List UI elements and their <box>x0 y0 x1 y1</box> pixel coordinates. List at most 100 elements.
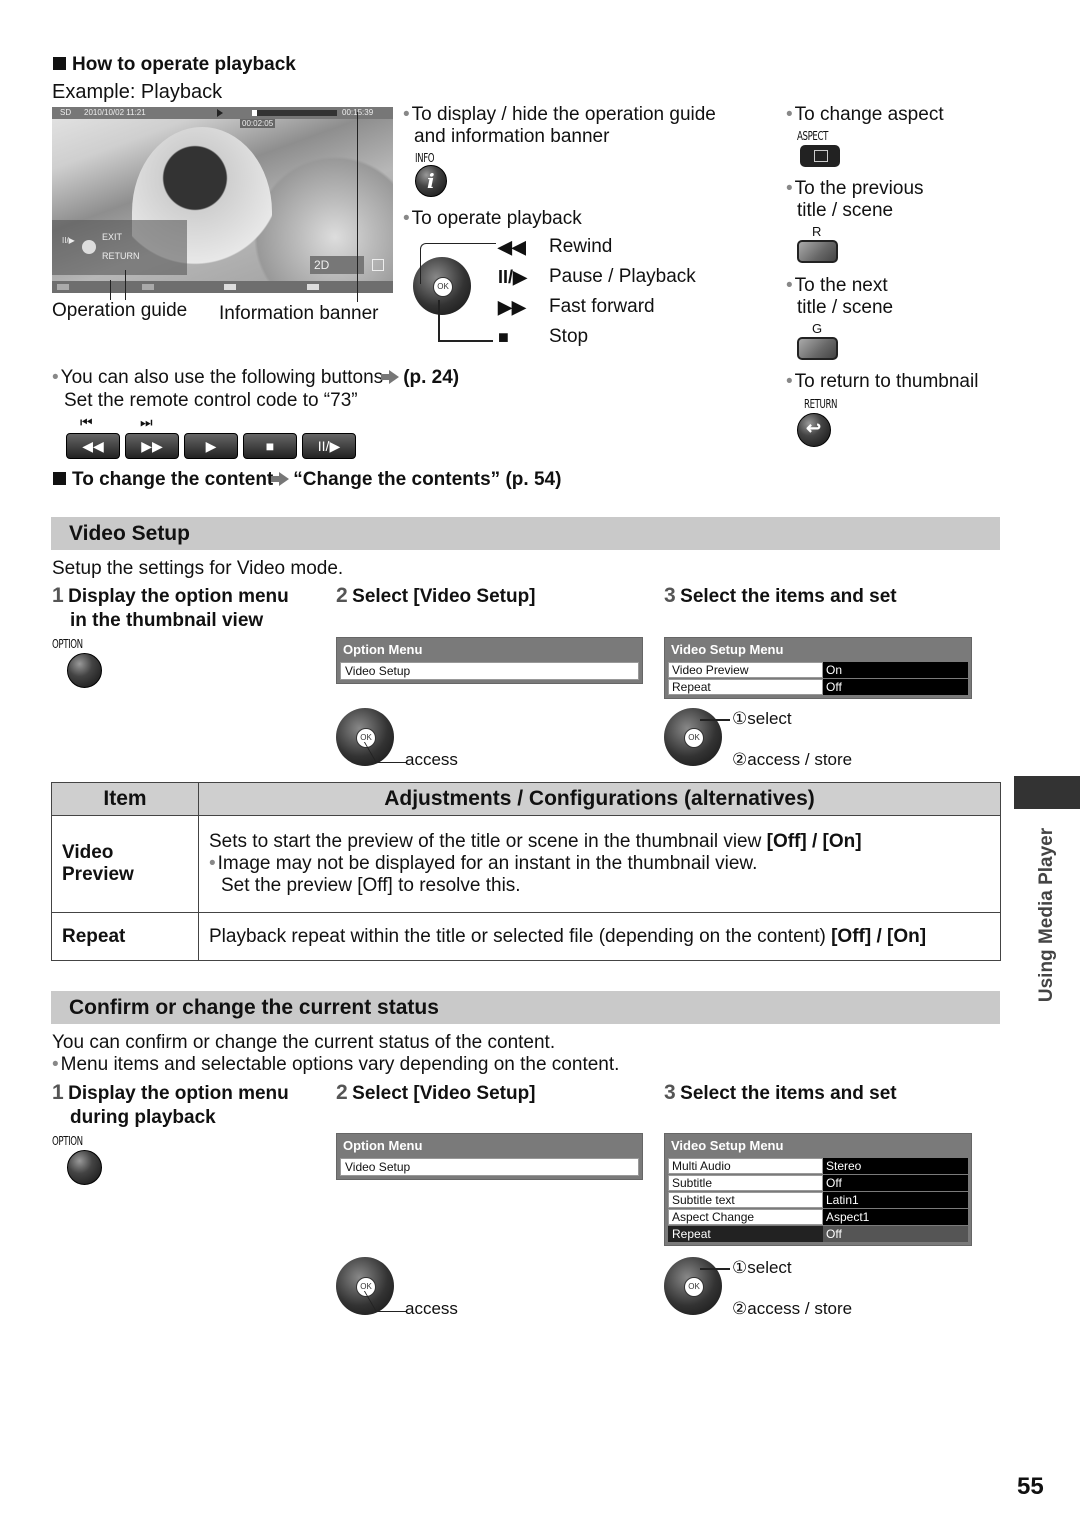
step-text-line2: during playback <box>70 1107 216 1128</box>
page-number: 55 <box>1017 1473 1044 1500</box>
rewind-connector <box>420 243 496 284</box>
menu-value: On <box>823 662 968 678</box>
step-text: Select the items and set <box>680 586 897 607</box>
pause-play-icon: II/▶ <box>62 236 75 245</box>
rewind-icon: ◀◀ <box>498 237 526 257</box>
change-content-heading: To change the content “Change the content… <box>53 469 561 491</box>
table-header-row: Item Adjustments / Configurations (alter… <box>51 782 1001 816</box>
stop-button[interactable]: ■ <box>243 433 297 459</box>
color-key-bar <box>52 281 393 293</box>
option-button[interactable] <box>67 653 102 688</box>
return-button[interactable]: ↩ <box>797 413 831 447</box>
change-contents-link[interactable]: “Change the contents” (p. 54) <box>293 469 561 490</box>
information-banner-bar: SD 2010/10/02 11:21 00:15:39 <box>52 107 393 119</box>
next-line2: title / scene <box>797 297 894 318</box>
cs-step-2: 2 Select [Video Setup] <box>336 1081 536 1105</box>
callout-line <box>125 270 126 300</box>
chapter-tab <box>1014 776 1080 809</box>
square-bullet-icon <box>53 472 66 485</box>
video-setup-section-bar: Video Setup <box>51 517 1000 550</box>
red-key-icon <box>57 284 69 290</box>
option-button[interactable] <box>67 1150 102 1185</box>
green-key-icon <box>142 284 154 290</box>
square-bullet-icon <box>53 57 66 70</box>
desc-options: [Off] / [On] <box>766 831 862 852</box>
information-banner-label: Information banner <box>219 303 379 324</box>
page-reference-link[interactable]: (p. 24) <box>403 367 459 388</box>
dpad-select-store[interactable]: OK <box>664 1257 722 1315</box>
fast-forward-button[interactable]: ▶▶ <box>125 433 179 459</box>
header-adjustments: Adjustments / Configurations (alternativ… <box>198 782 1001 816</box>
menu-row-aspect-change[interactable]: Aspect Change Aspect1 <box>668 1209 968 1225</box>
dpad-select-store[interactable]: OK <box>664 708 722 766</box>
connector-line <box>700 719 730 721</box>
rewind-button[interactable]: ◀◀ <box>66 433 120 459</box>
step-text-line2: in the thumbnail view <box>70 610 264 631</box>
menu-key: Repeat <box>668 679 823 695</box>
menu-row-subtitle-text[interactable]: Subtitle text Latin1 <box>668 1192 968 1208</box>
option-menu-item-video-setup[interactable]: Video Setup <box>340 662 639 680</box>
dpad-mini-icon <box>82 240 96 254</box>
item-video-preview: Video Preview <box>51 815 199 913</box>
desc-note-2: Set the preview [Off] to resolve this. <box>221 875 521 896</box>
menu-value: Off <box>823 1175 968 1191</box>
menu-row-repeat-selected[interactable]: Repeat Off <box>668 1226 968 1242</box>
red-button[interactable] <box>797 240 838 263</box>
pause-playback-label: Pause / Playback <box>549 266 696 287</box>
rewind-label: Rewind <box>549 236 613 257</box>
arrow-right-icon <box>381 370 400 384</box>
menu-row-video-preview[interactable]: Video Preview On <box>668 662 968 678</box>
access-store-label: ②access / store <box>732 750 853 769</box>
playback-screen-illustration: SD 2010/10/02 11:21 00:15:39 00:02:05 II… <box>52 107 393 293</box>
info-button-label: INFO <box>415 151 435 165</box>
menu-key: Aspect Change <box>668 1209 823 1225</box>
ok-button[interactable]: OK <box>684 1277 704 1297</box>
menu-key: Subtitle <box>668 1175 823 1191</box>
red-button-label: R <box>812 224 822 239</box>
play-button[interactable]: ▶ <box>184 433 238 459</box>
step-text: Select [Video Setup] <box>352 586 536 607</box>
info-button[interactable]: i <box>415 165 447 197</box>
menu-value: Stereo <box>823 1158 968 1174</box>
also-buttons-label: You can also use the following buttons <box>52 367 383 388</box>
next-line1: To the next <box>786 275 893 297</box>
chapter-label: Using Media Player <box>1036 827 1057 1003</box>
yellow-key-icon <box>224 284 236 290</box>
desc-repeat: Playback repeat within the title or sele… <box>198 912 1001 961</box>
step-text: Select the items and set <box>680 1083 897 1104</box>
table-row: Video Preview Sets to start the preview … <box>51 815 1001 913</box>
also-buttons-text: You can also use the following buttons (p… <box>52 367 459 389</box>
display-hide-text: To display / hide the operation guide an… <box>403 104 716 148</box>
connector-line <box>700 1268 730 1270</box>
menu-key: Repeat <box>668 1226 823 1242</box>
stop-icon: ■ <box>498 327 509 347</box>
item-line1: Video <box>62 842 114 863</box>
option-button-label: OPTION <box>52 1134 83 1148</box>
ok-button[interactable]: OK <box>684 728 704 748</box>
stop-connector <box>438 300 440 340</box>
operate-playback-text: To operate playback <box>403 208 582 230</box>
green-button-label: G <box>812 321 823 336</box>
operation-guide-label: Operation guide <box>52 300 188 321</box>
menu-key: Video Preview <box>668 662 823 678</box>
video-setup-menu: Video Setup Menu Video Preview On Repeat O… <box>664 637 972 699</box>
option-menu-item-video-setup[interactable]: Video Setup <box>340 1158 639 1176</box>
stop-label: Stop <box>549 326 589 347</box>
select-label: ①select <box>732 1258 792 1277</box>
step-text: Display the option menu <box>68 1083 289 1104</box>
play-status-icon <box>217 109 223 117</box>
return-button-label: RETURN <box>804 397 838 411</box>
desc-video-preview: Sets to start the preview of the title o… <box>198 815 1001 913</box>
aspect-button[interactable] <box>800 145 840 167</box>
menu-row-repeat[interactable]: Repeat Off <box>668 679 968 695</box>
menu-row-multi-audio[interactable]: Multi Audio Stereo <box>668 1158 968 1174</box>
green-button[interactable] <box>797 337 838 360</box>
access-label: access <box>405 750 458 769</box>
menu-row-subtitle[interactable]: Subtitle Off <box>668 1175 968 1191</box>
access-store-label: ②access / store <box>732 1299 853 1318</box>
mode-badge: 2D <box>310 256 364 274</box>
video-setup-intro: Setup the settings for Video mode. <box>52 558 344 579</box>
pause-button[interactable]: II/▶ <box>302 433 356 459</box>
menu-value: Off <box>823 1226 968 1242</box>
remote-transport-buttons: ◀◀ ▶▶ ▶ ■ II/▶ <box>66 433 361 459</box>
